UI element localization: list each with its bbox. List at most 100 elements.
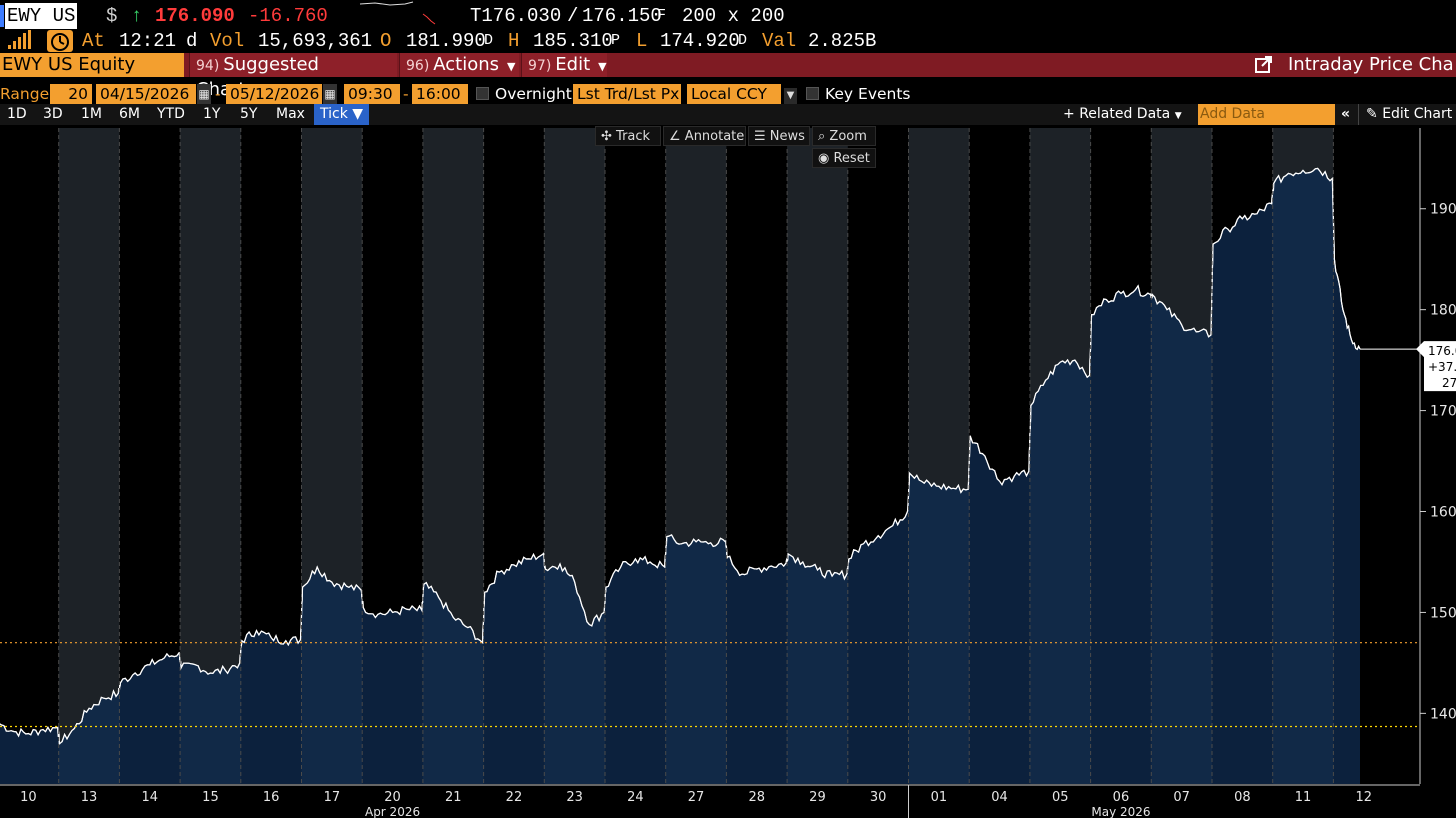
y-tick-label: 140 xyxy=(1430,706,1456,722)
crosshair-icon: ✣ xyxy=(601,129,612,144)
clock-gauge-icon[interactable] xyxy=(47,30,73,52)
actions-menu[interactable]: 96) Actions ▼ xyxy=(399,53,519,77)
x-tick-label: 01 xyxy=(931,790,948,805)
menu-number: 97) xyxy=(528,58,552,74)
period-1y[interactable]: 1Y xyxy=(203,104,220,125)
period-1d[interactable]: 1D xyxy=(7,104,27,125)
bid-ask-separator: / xyxy=(567,5,579,27)
reset-radio-icon: ◉ xyxy=(818,151,830,166)
caret-down-icon: ▼ xyxy=(598,60,607,73)
calendar-icon[interactable]: ▦ xyxy=(197,84,211,104)
period-6m[interactable]: 6M xyxy=(119,104,140,125)
start-date-field[interactable]: 04/15/2026 xyxy=(96,84,196,104)
session-tint xyxy=(1151,128,1212,784)
price-tag-price: 176.0 xyxy=(1428,344,1456,358)
period-1m[interactable]: 1M xyxy=(81,104,102,125)
ticker-label[interactable]: EWY US xyxy=(5,3,78,29)
session-tint xyxy=(180,128,241,784)
session-tint xyxy=(1272,128,1334,784)
popout-icon[interactable] xyxy=(1254,56,1274,74)
x-tick-label: 27 xyxy=(688,790,705,805)
x-tick-label: 30 xyxy=(870,790,887,805)
session-tint xyxy=(908,128,970,784)
caret-down-icon: ▼ xyxy=(784,88,797,104)
period-ytd[interactable]: YTD xyxy=(157,104,185,125)
edit-menu[interactable]: 97) Edit ▼ xyxy=(521,53,607,77)
news-tool[interactable]: ☰ News xyxy=(748,126,810,146)
related-data-menu[interactable]: + Related Data ▼ xyxy=(1063,104,1182,125)
period-max[interactable]: Max xyxy=(276,104,305,125)
currency-caret[interactable]: ▼ xyxy=(780,84,797,104)
period-3d[interactable]: 3D xyxy=(43,104,63,125)
overnight-label: Overnight xyxy=(495,85,572,103)
price-tag-change: +37. xyxy=(1428,360,1456,374)
period-bar: 1D 3D 1M 6M YTD 1Y 5Y Max Tick ▼ + Relat… xyxy=(0,104,1456,125)
x-tick-label: 21 xyxy=(445,790,462,805)
key-events-label: Key Events xyxy=(825,85,911,103)
x-tick-label: 12 xyxy=(1355,790,1372,805)
end-time-field[interactable]: 16:00 xyxy=(412,84,468,104)
menu-number: 96) xyxy=(406,58,430,74)
signal-bars-icon xyxy=(8,30,31,49)
intraday-sparkline xyxy=(359,1,436,25)
window-title: Intraday Price Cha xyxy=(1288,54,1454,75)
key-events-toggle[interactable]: Key Events xyxy=(806,84,911,104)
month-label: May 2026 xyxy=(1091,805,1150,818)
calendar-icon[interactable]: ▦ xyxy=(323,84,337,104)
y-tick-label: 150 xyxy=(1430,605,1456,621)
month-label: Apr 2026 xyxy=(365,805,420,818)
session-tint xyxy=(58,128,120,784)
track-tool[interactable]: ✣ Track xyxy=(595,126,661,146)
price-chart[interactable]: 140 150 160 170 180 190 10 13 14 15 16 17 20 21 22 23 2… xyxy=(0,125,1456,818)
zoom-tool[interactable]: ⌕ Zoom xyxy=(812,126,876,146)
time-dash: - xyxy=(403,85,409,103)
session-tint xyxy=(665,128,727,784)
collapse-icon[interactable]: « xyxy=(1341,104,1350,125)
currency-select[interactable]: Local CCY xyxy=(687,84,781,104)
session-tint xyxy=(787,128,848,784)
end-date-field[interactable]: 05/12/2026 xyxy=(226,84,322,104)
price-field-select[interactable]: Lst Trd/Lst Px xyxy=(573,84,681,104)
caret-down-icon: ▼ xyxy=(352,106,364,122)
session-tint xyxy=(1029,128,1091,784)
menu-label: Edit xyxy=(555,54,591,75)
suggested-charts-menu[interactable]: 94)Suggested Charts▼ xyxy=(189,53,397,100)
tick-label: Tick xyxy=(320,106,348,122)
currency-symbol: $ xyxy=(106,5,118,27)
x-tick-label: 14 xyxy=(141,790,158,805)
quote-line-2: At 12:21 d Vol 15,693,361 O 181.990 D H … xyxy=(0,28,1456,54)
last-trade-time: 12:21 xyxy=(119,30,177,52)
x-tick-label: 04 xyxy=(991,790,1008,805)
add-data-input[interactable]: Add Data xyxy=(1198,104,1335,125)
session-tint xyxy=(422,128,484,784)
high-suffix: P xyxy=(611,32,621,49)
x-tick-label: 08 xyxy=(1234,790,1251,805)
vol-label: Vol xyxy=(210,30,245,52)
y-tick-label: 170 xyxy=(1430,404,1456,420)
overnight-toggle[interactable]: Overnight xyxy=(476,84,572,104)
x-tick-label: 29 xyxy=(809,790,826,805)
start-time-field[interactable]: 09:30 xyxy=(344,84,400,104)
period-5y[interactable]: 5Y xyxy=(240,104,257,125)
security-field[interactable]: EWY US Equity xyxy=(0,53,184,77)
x-tick-label: 22 xyxy=(506,790,523,805)
menu-label: Actions xyxy=(433,54,500,75)
bid-ask-size: 200 x 200 xyxy=(682,5,785,27)
y-tick-label: 180 xyxy=(1430,303,1456,319)
annotate-tool[interactable]: ∠ Annotate xyxy=(663,126,746,146)
low-value: 174.920 xyxy=(660,30,740,52)
caret-down-icon: ▼ xyxy=(1174,111,1182,121)
y-axis: 140 150 160 170 180 190 xyxy=(1419,128,1456,784)
bars-field[interactable]: 20 xyxy=(50,84,92,104)
val-label: Val xyxy=(762,30,797,52)
period-tick-active[interactable]: Tick ▼ xyxy=(314,104,370,125)
edit-chart-button[interactable]: ✎ Edit Chart xyxy=(1366,104,1452,125)
volume-value: 15,693,361 xyxy=(258,30,373,52)
reset-tool[interactable]: ◉ Reset xyxy=(812,148,876,168)
last-price-tag: 176.0 +37. 27 xyxy=(1416,341,1456,392)
security-marker xyxy=(0,5,4,27)
uptick-arrow-icon: ↑ xyxy=(131,5,143,27)
x-tick-label: 06 xyxy=(1113,790,1130,805)
x-tick-label: 05 xyxy=(1052,790,1069,805)
range-bar: Range 20 04/15/2026 ▦ - 05/12/2026 ▦ 09:… xyxy=(0,83,1456,105)
